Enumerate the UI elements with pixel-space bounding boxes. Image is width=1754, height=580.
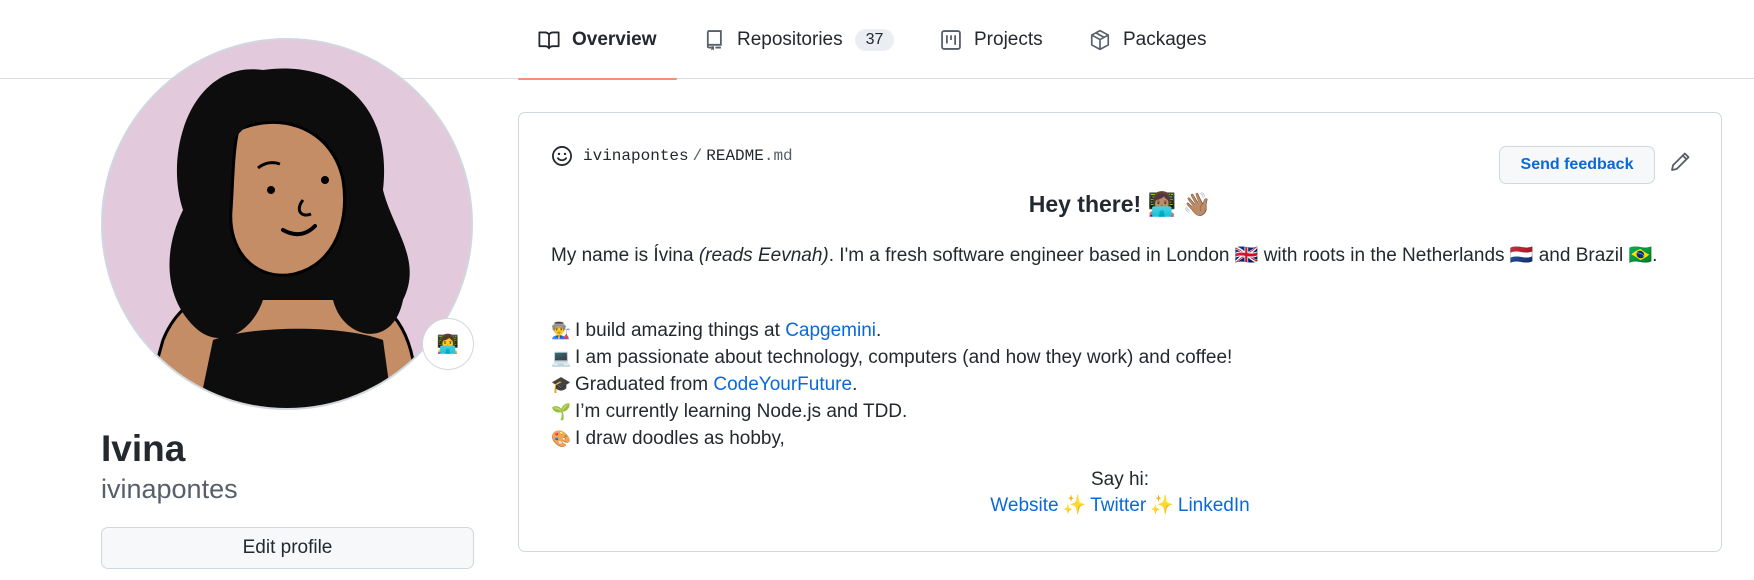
intro-text: My name is Ívina: [551, 245, 699, 266]
social-links: Website ✨ Twitter ✨ LinkedIn: [519, 493, 1721, 519]
list-item-text: I build amazing things at: [575, 320, 786, 341]
status-emoji-button[interactable]: 👩‍💻: [422, 318, 474, 370]
sparkles-icon: ✨: [1062, 495, 1087, 516]
twitter-link[interactable]: Twitter: [1090, 495, 1146, 516]
linkedin-link[interactable]: LinkedIn: [1178, 495, 1250, 516]
profile-full-name: Ivina: [101, 428, 186, 469]
tab-overview[interactable]: Overview: [518, 0, 676, 80]
laptop-emoji: 💻: [551, 350, 571, 367]
tab-overview-label: Overview: [572, 28, 657, 50]
send-feedback-button[interactable]: Send feedback: [1499, 146, 1655, 184]
project-icon: [940, 29, 962, 51]
palette-emoji: 🎨: [551, 431, 571, 448]
tab-repositories-label: Repositories: [737, 28, 843, 50]
tab-projects-label: Projects: [974, 28, 1043, 50]
status-emoji: 👩‍💻: [436, 333, 460, 354]
seedling-emoji: 🌱: [551, 404, 571, 421]
package-icon: [1089, 29, 1111, 51]
list-item-text: Graduated from: [575, 374, 714, 395]
tab-packages[interactable]: Packages: [1089, 0, 1206, 79]
say-hi-section: Say hi: Website ✨ Twitter ✨ LinkedIn: [519, 467, 1721, 519]
smiley-icon: [551, 145, 573, 167]
list-item-text: I’m currently learning Node.js and TDD.: [575, 401, 908, 422]
say-hi-label: Say hi:: [1090, 469, 1150, 490]
readme-heading: Hey there! 👩🏽‍💻 👋🏽: [1028, 191, 1212, 217]
path-separator: /: [692, 147, 703, 165]
website-link[interactable]: Website: [990, 495, 1058, 516]
readme-path: ivinapontes / README .md: [551, 145, 793, 167]
list-item-text: I am passionate about technology, comput…: [575, 347, 1233, 368]
list-item: 🎨 I draw doodles as hobby,: [551, 426, 1232, 453]
list-item: 🎓 Graduated from CodeYourFuture.: [551, 372, 1232, 399]
sparkles-icon: ✨: [1150, 495, 1174, 516]
tab-repositories[interactable]: Repositories 37: [703, 0, 895, 79]
readme-file-ext: .md: [763, 147, 793, 165]
edit-profile-button[interactable]: Edit profile: [101, 527, 474, 569]
intro-text-rest: . I'm a fresh software engineer based in…: [828, 245, 1658, 266]
worker-emoji: 👨‍🏭: [551, 323, 571, 340]
codeyourfuture-link[interactable]: CodeYourFuture: [713, 374, 852, 395]
repo-icon: [703, 29, 725, 51]
list-item: 💻 I am passionate about technology, compu…: [551, 345, 1232, 372]
graduation-cap-emoji: 🎓: [551, 377, 571, 394]
readme-filename: README: [706, 147, 764, 165]
list-item: 👨‍🏭 I build amazing things at Capgemini.: [551, 318, 1232, 345]
intro-pronunciation: (reads Eevnah): [698, 245, 829, 266]
tab-projects[interactable]: Projects: [940, 0, 1043, 79]
book-icon: [538, 29, 560, 51]
pencil-icon[interactable]: [1669, 151, 1693, 175]
profile-username: ivinapontes: [101, 474, 238, 504]
tab-packages-label: Packages: [1123, 28, 1207, 50]
list-item-text: I draw doodles as hobby,: [575, 428, 785, 449]
avatar-illustration: [103, 40, 471, 408]
readme-owner-link[interactable]: ivinapontes: [583, 147, 689, 165]
readme-intro: My name is Ívina (reads Eevnah). I'm a f…: [551, 243, 1701, 269]
capgemini-link[interactable]: Capgemini: [785, 320, 876, 341]
list-item: 🌱 I’m currently learning Node.js and TDD.: [551, 399, 1232, 426]
readme-card: ivinapontes / README .md Send feedback He…: [518, 112, 1722, 552]
readme-bullet-list: 👨‍🏭 I build amazing things at Capgemini. …: [551, 318, 1232, 453]
list-item-text-end: .: [852, 374, 858, 395]
list-item-text-end: .: [876, 320, 882, 341]
avatar[interactable]: [101, 38, 473, 410]
repositories-count-badge: 37: [854, 28, 895, 51]
